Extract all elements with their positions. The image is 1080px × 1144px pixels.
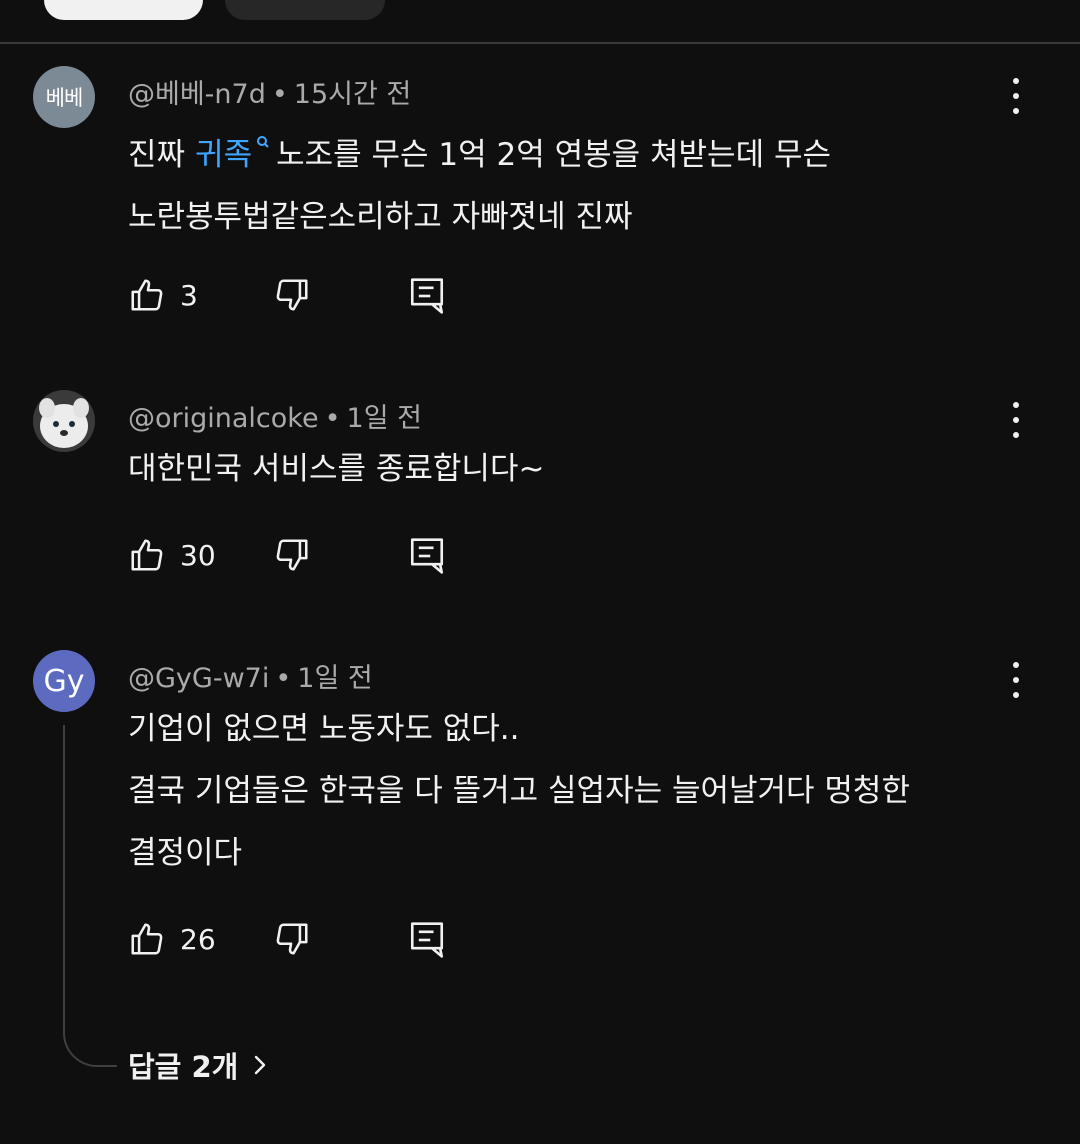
comment-meta: @originalcoke • 1일 전 — [128, 396, 422, 435]
reply-button[interactable] — [409, 536, 445, 576]
thumb-up-icon — [131, 279, 163, 311]
dislike-button[interactable] — [273, 920, 311, 958]
avatar-initials: Gy — [43, 663, 85, 699]
comment-text: 기업이 없으면 노동자도 없다.. 결국 기업들은 한국을 다 뜰거고 실업자는… — [128, 698, 910, 884]
avatar[interactable]: 베베 — [33, 66, 95, 128]
author-handle[interactable]: @베베-n7d — [128, 79, 266, 110]
reply-button[interactable] — [409, 920, 445, 960]
comment-text-line: 결국 기업들은 한국을 다 뜰거고 실업자는 늘어날거다 멍청한 — [128, 773, 910, 809]
author-handle[interactable]: @GyG-w7i — [128, 663, 269, 694]
avatar[interactable]: Gy — [33, 650, 95, 712]
avatar-initials: 베베 — [45, 86, 84, 110]
comment-text-line: 기업이 없으면 노동자도 없다.. — [128, 711, 520, 747]
comment-text-segment: 노조를 무슨 1억 2억 연봉을 쳐받는데 무슨 — [276, 137, 831, 173]
reply-button[interactable] — [409, 276, 445, 316]
more-vertical-icon — [1013, 662, 1019, 668]
comment-text: 대한민국 서비스를 종료합니다~ — [128, 438, 544, 500]
dislike-button[interactable] — [273, 536, 311, 574]
chevron-right-icon — [255, 1055, 266, 1075]
comment-meta: @베베-n7d • 15시간 전 — [128, 72, 411, 111]
comment-time: 1일 전 — [297, 663, 373, 694]
dog-photo-avatar[interactable] — [33, 390, 95, 452]
more-vertical-icon — [1013, 402, 1019, 408]
comment-time: 1일 전 — [346, 403, 422, 434]
reply-comment-icon — [410, 538, 444, 574]
comment-actions: 30 — [128, 536, 458, 576]
thumb-up-icon — [131, 923, 163, 955]
meta-separator: • — [271, 79, 288, 110]
reply-comment-icon — [410, 922, 444, 958]
dislike-button[interactable] — [273, 276, 311, 314]
divider — [0, 42, 1080, 44]
search-link[interactable]: 귀족 — [195, 137, 252, 173]
more-options-button[interactable] — [1000, 402, 1032, 438]
comment-actions: 3 — [128, 276, 458, 316]
like-button[interactable]: 26 — [128, 920, 216, 958]
replies-label: 답글 2개 — [128, 1050, 239, 1084]
reply-comment-icon — [410, 278, 444, 314]
comment-actions: 26 — [128, 920, 458, 960]
thumb-down-icon — [276, 279, 308, 311]
like-count: 3 — [180, 278, 198, 312]
comment-text-segment: 진짜 — [128, 137, 186, 173]
comment-text-line: 대한민국 서비스를 종료합니다~ — [128, 451, 545, 487]
dog-avatar-image — [33, 390, 95, 452]
filter-chip-selected[interactable] — [44, 0, 203, 20]
like-count: 30 — [180, 538, 216, 572]
comment-text-line: 노란봉투법같은소리하고 자빠졋네 진짜 — [128, 199, 633, 235]
more-options-button[interactable] — [1000, 662, 1032, 698]
meta-separator: • — [275, 663, 292, 694]
search-icon — [257, 136, 269, 148]
comment-text-line: 결정이다 — [128, 835, 243, 871]
meta-separator: • — [324, 403, 341, 434]
more-options-button[interactable] — [1000, 78, 1032, 114]
view-replies-button[interactable]: 답글 2개 — [128, 1044, 268, 1086]
like-button[interactable]: 3 — [128, 276, 198, 314]
like-count: 26 — [180, 922, 216, 956]
reply-thread-line — [63, 725, 117, 1067]
like-button[interactable]: 30 — [128, 536, 216, 574]
comment-time: 15시간 전 — [293, 79, 412, 110]
filter-chip[interactable] — [225, 0, 385, 20]
thumb-down-icon — [276, 539, 308, 571]
author-handle[interactable]: @originalcoke — [128, 403, 319, 434]
more-vertical-icon — [1013, 78, 1019, 84]
comment-meta: @GyG-w7i • 1일 전 — [128, 656, 373, 695]
thumb-up-icon — [131, 539, 163, 571]
thumb-down-icon — [276, 923, 308, 955]
comment-text: 진짜 귀족 노조를 무슨 1억 2억 연봉을 쳐받는데 무슨 노란봉투법같은소리하고… — [128, 124, 831, 248]
